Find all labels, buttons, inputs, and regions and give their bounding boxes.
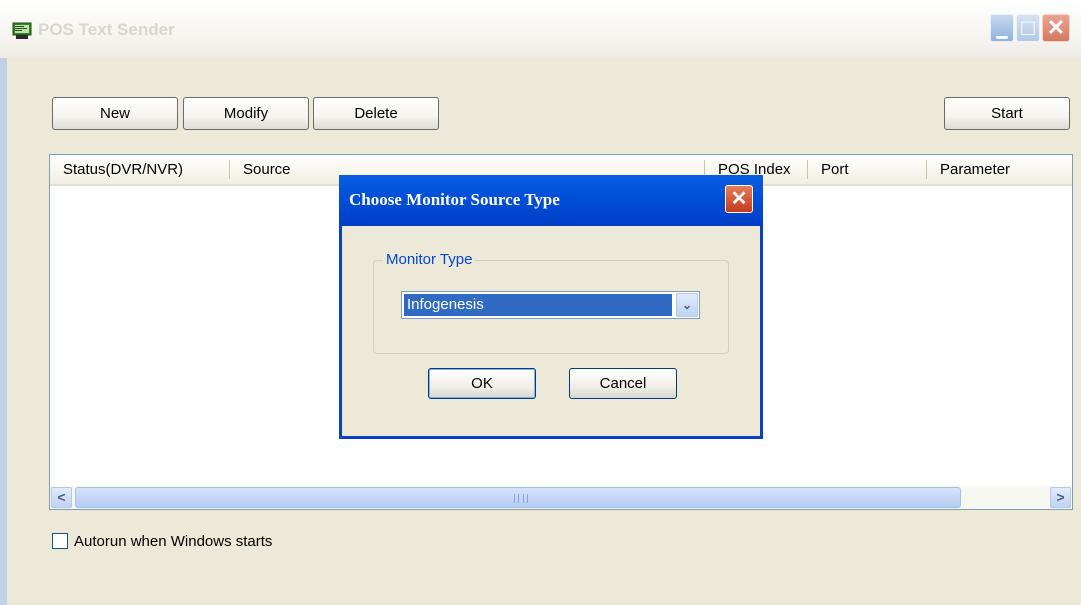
monitor-type-selected-value[interactable]: Infogenesis (404, 294, 672, 316)
close-icon: ✕ (730, 188, 748, 210)
chevron-right-icon: > (1056, 489, 1065, 505)
column-header-status[interactable]: Status(DVR/NVR) (50, 155, 230, 184)
column-header-label: Port (821, 161, 849, 178)
dialog-title: Choose Monitor Source Type (349, 190, 560, 209)
column-header-label: Parameter (940, 161, 1011, 178)
scrollbar-thumb[interactable] (75, 487, 961, 508)
maximize-icon: □ (1021, 15, 1035, 40)
minimize-icon: ▁ (996, 22, 1008, 38)
horizontal-scrollbar[interactable]: < > (50, 486, 1072, 509)
monitor-type-select[interactable]: Infogenesis ⌄ (401, 291, 700, 319)
column-header-parameter[interactable]: Parameter (927, 155, 1072, 184)
close-button[interactable]: ✕ (1042, 14, 1070, 42)
cancel-button[interactable]: Cancel (569, 368, 677, 399)
choose-monitor-source-dialog[interactable]: Choose Monitor Source Type ✕ Monitor Typ… (339, 175, 763, 439)
start-button[interactable]: Start (944, 97, 1070, 130)
modify-button[interactable]: Modify (183, 97, 309, 130)
ok-button[interactable]: OK (428, 368, 536, 399)
app-icon (12, 22, 32, 39)
dialog-close-button[interactable]: ✕ (725, 185, 753, 213)
window-title: POS Text Sender (38, 20, 175, 39)
dropdown-button[interactable]: ⌄ (676, 293, 698, 317)
close-icon: ✕ (1046, 15, 1066, 40)
column-header-label: Status(DVR/NVR) (63, 161, 184, 178)
dialog-titlebar[interactable]: Choose Monitor Source Type ✕ (339, 175, 763, 226)
autorun-option[interactable]: Autorun when Windows starts (52, 531, 272, 551)
monitor-type-label: Monitor Type (383, 251, 476, 268)
chevron-down-icon: ⌄ (681, 298, 693, 312)
column-header-label: Source (243, 161, 291, 178)
delete-button[interactable]: Delete (313, 97, 439, 130)
autorun-label[interactable]: Autorun when Windows starts (74, 533, 272, 550)
new-button[interactable]: New (52, 97, 178, 130)
window-left-border (0, 58, 7, 605)
scroll-left-button[interactable]: < (51, 487, 72, 508)
grip-icon (514, 494, 528, 503)
chevron-left-icon: < (57, 489, 66, 505)
scroll-right-button[interactable]: > (1050, 487, 1071, 508)
autorun-checkbox[interactable] (52, 533, 68, 549)
minimize-button[interactable]: ▁ (990, 14, 1014, 42)
monitor-type-group: Monitor Type Infogenesis ⌄ (373, 251, 729, 354)
window-titlebar[interactable]: POS Text Sender ▁ □ ✕ (0, 0, 1081, 58)
maximize-button[interactable]: □ (1016, 14, 1040, 42)
column-header-port[interactable]: Port (808, 155, 927, 184)
